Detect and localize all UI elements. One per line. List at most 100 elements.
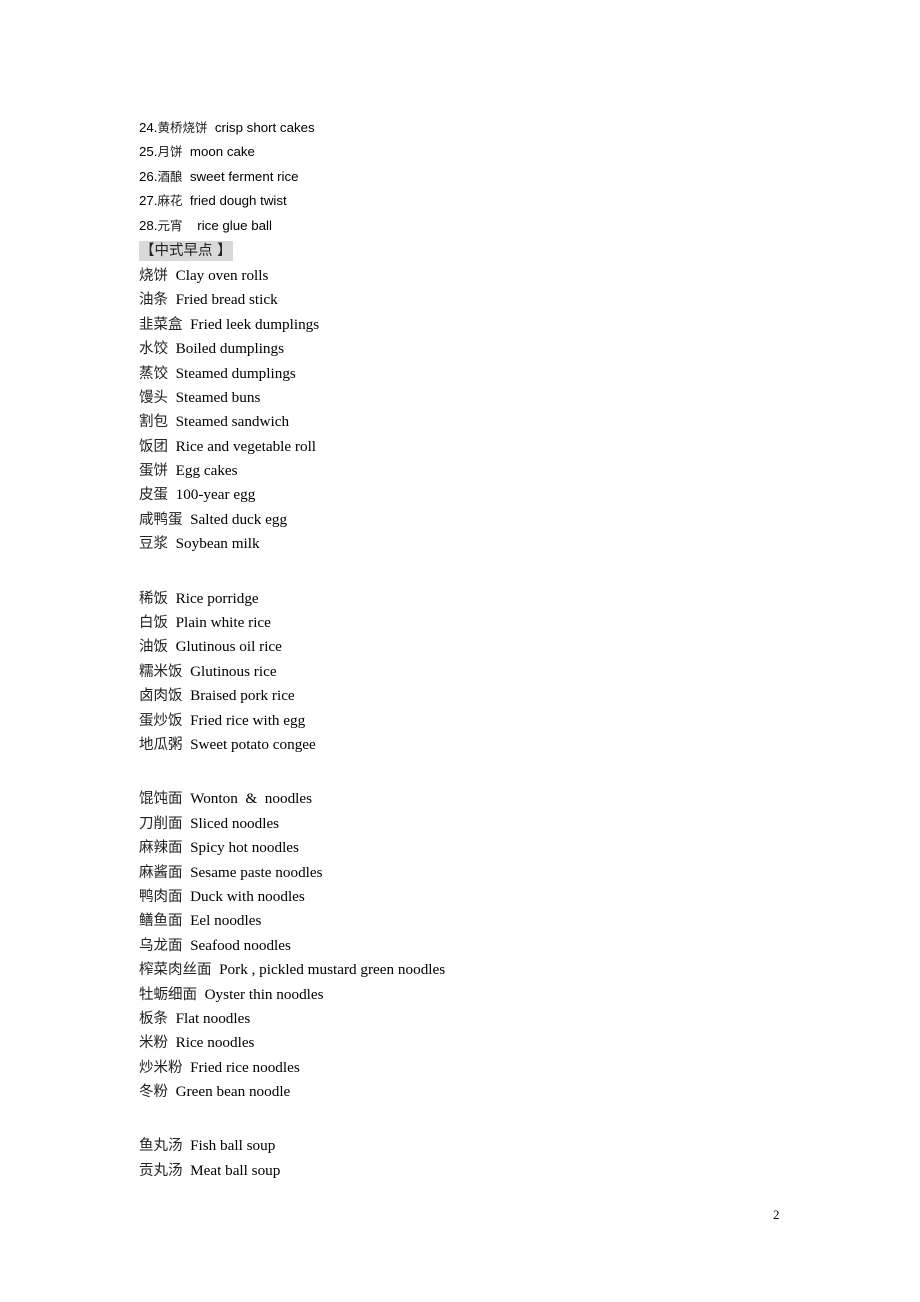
item-english: Glutinous oil rice (175, 638, 282, 656)
item-english: 100-year egg (175, 486, 256, 504)
item-separator (183, 169, 190, 184)
list-item: 28.元宵 rice glue ball (139, 214, 839, 238)
list-item: 乌龙面 Seafood noodles (139, 934, 839, 958)
item-english: Sliced noodles (190, 814, 280, 832)
list-item: 饭团 Rice and vegetable roll (139, 435, 839, 459)
item-chinese: 冬粉 (139, 1084, 168, 1101)
list-item: 鸭肉面 Duck with noodles (139, 885, 839, 909)
item-chinese: 皮蛋 (139, 487, 168, 504)
document-page: 24.黄桥烧饼 crisp short cakes 25.月饼 moon cak… (0, 0, 920, 1302)
item-english: Braised pork rice (190, 687, 295, 705)
list-item: 油饭 Glutinous oil rice (139, 635, 839, 659)
item-english: Glutinous rice (190, 662, 277, 680)
soup-group: 鱼丸汤 Fish ball soup 贡丸汤 Meat ball soup (139, 1134, 839, 1183)
item-english: sweet ferment rice (189, 168, 299, 184)
item-chinese: 乌龙面 (139, 937, 183, 954)
item-english: fried dough twist (189, 193, 287, 209)
item-english: Oyster thin noodles (204, 985, 324, 1003)
item-english: moon cake (189, 144, 255, 160)
item-separator (183, 193, 190, 208)
list-item: 卤肉饭 Braised pork rice (139, 684, 839, 708)
item-chinese: 鸭肉面 (139, 888, 183, 905)
list-item: 24.黄桥烧饼 crisp short cakes (139, 116, 839, 140)
item-english: Meat ball soup (190, 1161, 281, 1179)
item-number: 24. (139, 120, 158, 135)
list-item: 刀削面 Sliced noodles (139, 812, 839, 836)
item-chinese: 白饭 (139, 615, 168, 632)
item-english: Fried bread stick (175, 291, 278, 309)
item-chinese: 炒米粉 (139, 1059, 183, 1076)
item-chinese: 月饼 (157, 144, 183, 160)
item-chinese: 咸鸭蛋 (139, 511, 183, 528)
item-chinese: 韭菜盒 (139, 316, 183, 333)
list-item: 炒米粉 Fried rice noodles (139, 1056, 839, 1080)
item-english: rice glue ball (197, 217, 272, 233)
item-chinese: 稀饭 (139, 590, 168, 607)
item-english: Fried leek dumplings (190, 315, 320, 333)
item-english: Spicy hot noodles (190, 839, 299, 857)
list-item: 油条 Fried bread stick (139, 288, 839, 312)
item-chinese: 麻辣面 (139, 840, 183, 857)
list-item: 蒸饺 Steamed dumplings (139, 362, 839, 386)
item-chinese: 馄饨面 (139, 791, 183, 808)
section-heading-row: 【中式早点 】 (139, 238, 839, 264)
item-chinese: 馒头 (139, 389, 168, 406)
item-chinese: 蒸饺 (139, 365, 168, 382)
item-english: Rice noodles (175, 1034, 255, 1052)
item-english: Fish ball soup (190, 1137, 276, 1155)
item-english: Sesame paste noodles (190, 863, 323, 881)
item-english: Wonton & noodles (190, 790, 313, 808)
noodle-group: 馄饨面 Wonton & noodles 刀削面 Sliced noodles … (139, 787, 839, 1104)
list-item: 牡蛎细面 Oyster thin noodles (139, 983, 839, 1007)
item-english: Fried rice noodles (190, 1058, 300, 1076)
list-item: 鱼丸汤 Fish ball soup (139, 1134, 839, 1158)
item-chinese: 糯米饭 (139, 663, 183, 680)
item-chinese: 鳝鱼面 (139, 913, 183, 930)
item-chinese: 板条 (139, 1010, 168, 1027)
list-item: 贡丸汤 Meat ball soup (139, 1159, 839, 1183)
item-chinese: 鱼丸汤 (139, 1138, 183, 1155)
item-chinese: 黄桥烧饼 (157, 120, 208, 135)
list-item: 冬粉 Green bean noodle (139, 1080, 839, 1104)
item-chinese: 豆浆 (139, 536, 168, 553)
item-english: Boiled dumplings (175, 340, 285, 358)
item-english: Sweet potato congee (190, 735, 316, 753)
item-chinese: 蛋饼 (139, 463, 168, 480)
list-item: 糯米饭 Glutinous rice (139, 660, 839, 684)
item-chinese: 割包 (139, 414, 168, 431)
item-chinese: 烧饼 (139, 267, 168, 284)
item-english: Eel noodles (190, 912, 262, 930)
list-item: 咸鸭蛋 Salted duck egg (139, 508, 839, 532)
item-english: Seafood noodles (190, 936, 291, 954)
list-item: 蛋饼 Egg cakes (139, 459, 839, 483)
list-item: 27.麻花 fried dough twist (139, 189, 839, 213)
list-item: 皮蛋 100-year egg (139, 483, 839, 507)
item-english: Pork , pickled mustard green noodles (219, 961, 446, 979)
list-item: 板条 Flat noodles (139, 1007, 839, 1031)
numbered-snack-list: 24.黄桥烧饼 crisp short cakes 25.月饼 moon cak… (139, 116, 839, 238)
list-item: 割包 Steamed sandwich (139, 410, 839, 434)
item-english: Flat noodles (175, 1009, 251, 1027)
item-english: Steamed buns (175, 388, 261, 406)
list-item: 蛋炒饭 Fried rice with egg (139, 709, 839, 733)
section-heading: 【中式早点 】 (139, 240, 233, 261)
item-number: 28. (139, 217, 158, 233)
item-chinese: 麻酱面 (139, 864, 183, 881)
item-chinese: 卤肉饭 (139, 688, 183, 705)
list-item: 馒头 Steamed buns (139, 386, 839, 410)
item-english: Green bean noodle (175, 1083, 291, 1101)
item-english: Fried rice with egg (190, 711, 306, 729)
list-item: 地瓜粥 Sweet potato congee (139, 733, 839, 757)
page-number: 2 (773, 1207, 780, 1222)
list-item: 馄饨面 Wonton & noodles (139, 787, 839, 811)
item-number: 27. (139, 193, 158, 209)
list-item: 鳝鱼面 Eel noodles (139, 909, 839, 933)
item-chinese: 蛋炒饭 (139, 712, 183, 729)
item-chinese: 刀削面 (139, 815, 183, 832)
list-item: 榨菜肉丝面 Pork , pickled mustard green noodl… (139, 958, 839, 982)
item-chinese: 榨菜肉丝面 (139, 962, 212, 979)
list-item: 米粉 Rice noodles (139, 1031, 839, 1055)
